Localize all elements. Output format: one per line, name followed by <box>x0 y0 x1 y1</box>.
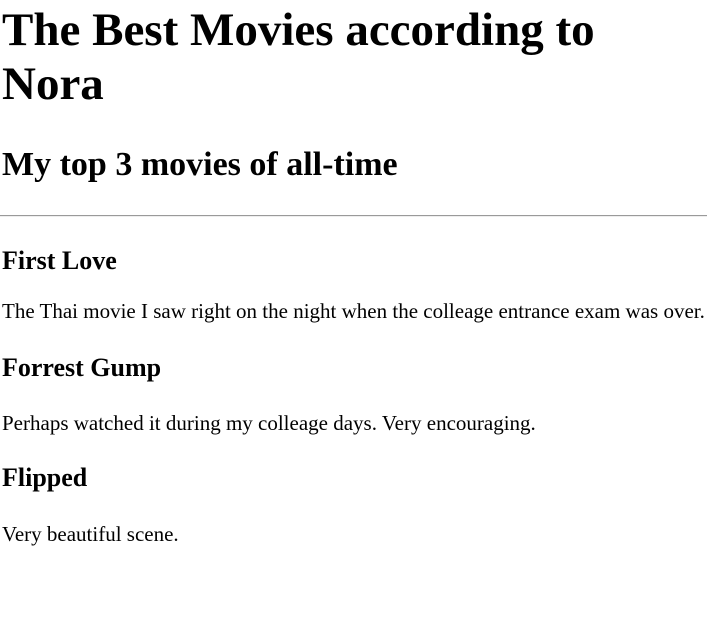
movie-title: First Love <box>2 246 117 275</box>
movie-title: Flipped <box>2 463 88 492</box>
section-divider <box>0 215 707 217</box>
page-title: The Best Movies according to Nora <box>2 4 595 110</box>
movie-title: Forrest Gump <box>2 353 162 382</box>
movie-description: Very beautiful scene. <box>2 522 179 546</box>
movie-entry-flipped: Flipped Very beautiful scene. <box>2 463 707 547</box>
movie-description: The Thai movie I saw right on the night … <box>2 299 705 323</box>
movie-description: Perhaps watched it during my colleage da… <box>2 411 536 435</box>
page-subtitle: My top 3 movies of all-time <box>2 146 398 183</box>
movie-entry-first-love: First Love The Thai movie I saw right on… <box>2 246 707 324</box>
page-content: The Best Movies according to Nora My top… <box>0 0 707 547</box>
movie-entry-forrest-gump: Forrest Gump Perhaps watched it during m… <box>2 353 707 436</box>
